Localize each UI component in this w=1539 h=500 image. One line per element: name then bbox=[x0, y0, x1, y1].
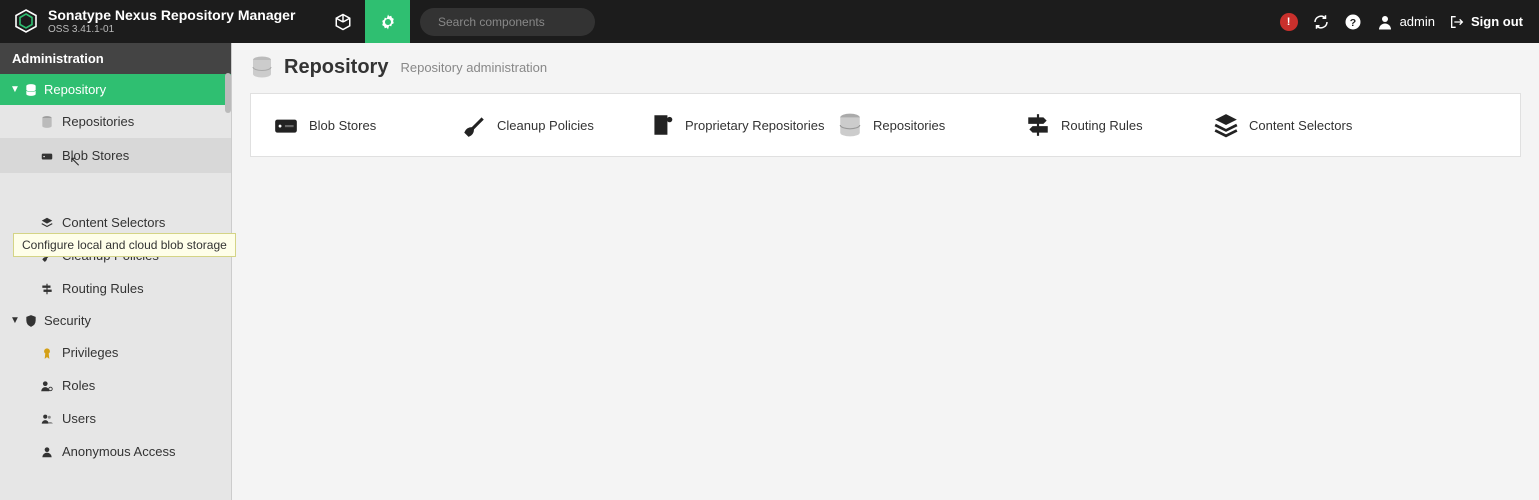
cube-icon bbox=[334, 13, 352, 31]
sidebar-header: Administration bbox=[0, 43, 231, 74]
scrollbar[interactable] bbox=[225, 73, 231, 113]
card-label: Routing Rules bbox=[1061, 118, 1143, 133]
item-label: Blob Stores bbox=[62, 148, 129, 163]
signout-icon bbox=[1449, 14, 1465, 30]
harddrive-icon bbox=[273, 112, 299, 138]
alert-badge[interactable]: ! bbox=[1280, 13, 1298, 31]
product-version: OSS 3.41.1-01 bbox=[48, 24, 295, 35]
card-proprietary-repos[interactable]: Proprietary Repositories bbox=[649, 112, 837, 138]
signout-label: Sign out bbox=[1471, 14, 1523, 29]
tooltip: Configure local and cloud blob storage bbox=[13, 233, 236, 257]
card-label: Repositories bbox=[873, 118, 945, 133]
main-area: Administration ▼ Repository Repositories… bbox=[0, 43, 1539, 500]
card-blob-stores[interactable]: Blob Stores bbox=[273, 112, 461, 138]
card-content-selectors[interactable]: Content Selectors bbox=[1213, 112, 1401, 138]
signpost-icon bbox=[40, 282, 54, 296]
sidebar: Administration ▼ Repository Repositories… bbox=[0, 43, 232, 500]
group-label: Security bbox=[44, 313, 91, 328]
sidebar-item-privileges[interactable]: Privileges bbox=[0, 336, 231, 369]
user-icon bbox=[1376, 13, 1394, 31]
card-routing-rules[interactable]: Routing Rules bbox=[1025, 112, 1213, 138]
sidebar-item-routing-rules[interactable]: Routing Rules bbox=[0, 272, 231, 305]
shield-icon bbox=[24, 314, 38, 328]
nav-tree: ▼ Repository Repositories Blob Stores ↖ … bbox=[0, 74, 231, 468]
refresh-icon[interactable] bbox=[1312, 13, 1330, 31]
page-title: Repository bbox=[284, 56, 388, 79]
database-icon bbox=[40, 115, 54, 129]
item-label: Users bbox=[62, 411, 96, 426]
page-title-row: Repository Repository administration bbox=[232, 43, 1539, 93]
sidebar-group-repository[interactable]: ▼ Repository bbox=[0, 74, 231, 105]
card-label: Content Selectors bbox=[1249, 118, 1352, 133]
username-label: admin bbox=[1400, 14, 1435, 29]
card-grid: Blob Stores Cleanup Policies Proprietary… bbox=[250, 93, 1521, 157]
item-label: Roles bbox=[62, 378, 95, 393]
database-icon bbox=[250, 55, 274, 79]
help-icon[interactable]: ? bbox=[1344, 13, 1362, 31]
app-header: Sonatype Nexus Repository Manager OSS 3.… bbox=[0, 0, 1539, 43]
search-box[interactable] bbox=[420, 8, 595, 36]
chevron-down-icon: ▼ bbox=[10, 315, 18, 326]
badge-icon bbox=[40, 346, 54, 360]
sidebar-group-security[interactable]: ▼ Security bbox=[0, 305, 231, 336]
page-subtitle: Repository administration bbox=[400, 60, 547, 75]
database-icon bbox=[837, 112, 863, 138]
card-label: Cleanup Policies bbox=[497, 118, 594, 133]
sidebar-item-blob-stores[interactable]: Blob Stores ↖ bbox=[0, 138, 231, 173]
product-name: Sonatype Nexus Repository Manager bbox=[48, 8, 295, 23]
layers-icon bbox=[1213, 112, 1239, 138]
logo-icon bbox=[14, 9, 38, 33]
svg-text:?: ? bbox=[1349, 16, 1355, 28]
brush-icon bbox=[461, 112, 487, 138]
item-label: Routing Rules bbox=[62, 281, 144, 296]
logo-area: Sonatype Nexus Repository Manager OSS 3.… bbox=[0, 8, 320, 34]
admin-mode-button[interactable] bbox=[365, 0, 410, 43]
sidebar-item-anonymous[interactable]: Anonymous Access bbox=[0, 435, 231, 468]
item-label: Privileges bbox=[62, 345, 118, 360]
signout-button[interactable]: Sign out bbox=[1449, 14, 1523, 30]
card-label: Blob Stores bbox=[309, 118, 376, 133]
signpost-icon bbox=[1025, 112, 1051, 138]
group-label: Repository bbox=[44, 82, 106, 97]
sidebar-item-users[interactable]: Users bbox=[0, 402, 231, 435]
layers-icon bbox=[40, 216, 54, 230]
item-label: Anonymous Access bbox=[62, 444, 175, 459]
harddrive-icon bbox=[40, 149, 54, 163]
users-icon bbox=[40, 412, 54, 426]
browse-mode-button[interactable] bbox=[320, 0, 365, 43]
card-cleanup-policies[interactable]: Cleanup Policies bbox=[461, 112, 649, 138]
database-icon bbox=[24, 83, 38, 97]
search-input[interactable] bbox=[438, 15, 593, 29]
product-title: Sonatype Nexus Repository Manager OSS 3.… bbox=[48, 8, 295, 34]
sidebar-item-repositories[interactable]: Repositories bbox=[0, 105, 231, 138]
header-right: ! ? admin Sign out bbox=[1280, 13, 1539, 31]
card-label: Proprietary Repositories bbox=[685, 118, 824, 133]
user-menu[interactable]: admin bbox=[1376, 13, 1435, 31]
sidebar-item-roles[interactable]: Roles bbox=[0, 369, 231, 402]
user-icon bbox=[40, 445, 54, 459]
content-area: Repository Repository administration Blo… bbox=[232, 43, 1539, 500]
item-label: Repositories bbox=[62, 114, 134, 129]
user-gear-icon bbox=[40, 379, 54, 393]
building-icon bbox=[649, 112, 675, 138]
item-label: Content Selectors bbox=[62, 215, 165, 230]
card-repositories[interactable]: Repositories bbox=[837, 112, 1025, 138]
chevron-down-icon: ▼ bbox=[10, 84, 18, 95]
gear-icon bbox=[379, 13, 397, 31]
